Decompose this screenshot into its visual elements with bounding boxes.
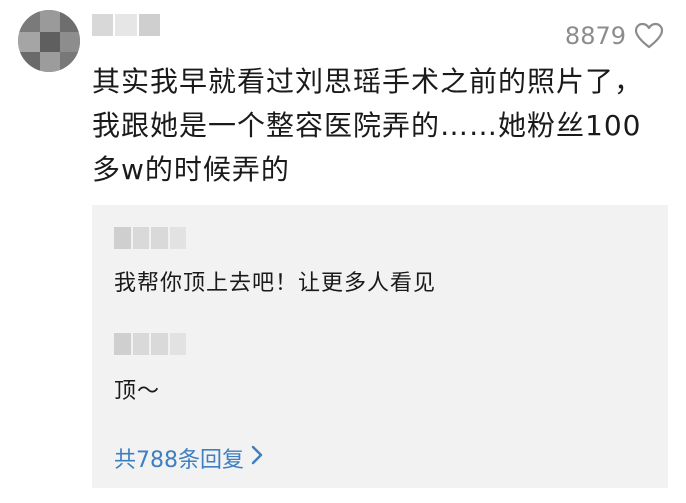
reply-username-blurred[interactable] (114, 333, 186, 355)
more-replies-label: 共788条回复 (114, 448, 244, 473)
like-button[interactable]: 8879 (565, 22, 664, 50)
heart-outline-icon (634, 22, 664, 50)
more-replies-link[interactable]: 共788条回复 (114, 442, 264, 474)
comment-text: 其实我早就看过刘思瑶手术之前的照片了，我跟她是一个整容医院弄的……她粉丝100多… (92, 65, 644, 186)
chevron-right-icon (250, 444, 264, 472)
reply-username-blurred[interactable] (114, 227, 186, 249)
reply-box: 我帮你顶上去吧！让更多人看见 顶～ 共788条回复 (92, 205, 668, 488)
avatar[interactable] (18, 10, 80, 72)
like-count: 8879 (564, 22, 626, 50)
username-blurred[interactable] (92, 14, 160, 36)
reply-text: 我帮你顶上去吧！让更多人看见 (114, 271, 437, 296)
reply-text: 顶～ (114, 379, 161, 404)
